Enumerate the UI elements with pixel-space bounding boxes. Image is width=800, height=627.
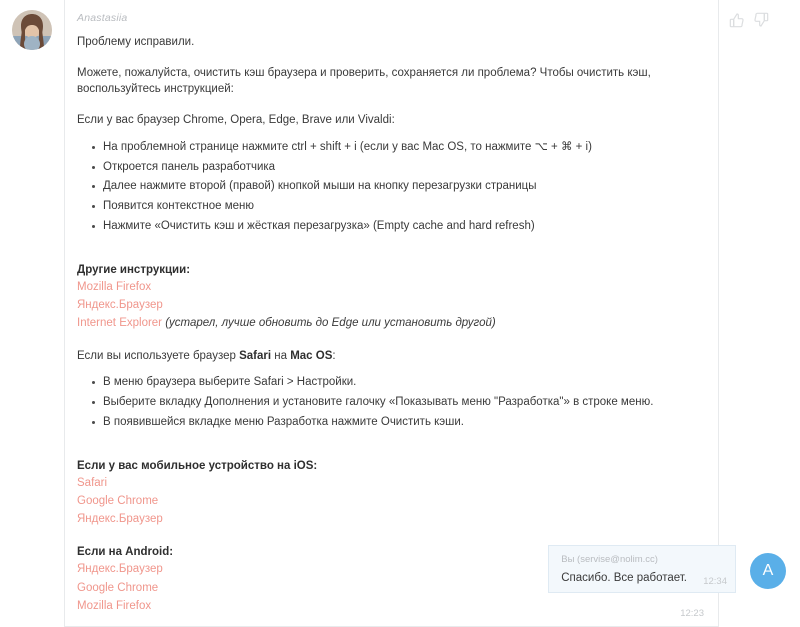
agent-message-row: Anastasiia Проблему исправили. Можете, п… [0, 0, 800, 627]
agent-avatar-photo [12, 10, 52, 50]
reaction-buttons [719, 0, 799, 28]
user-avatar-initial: A [750, 553, 786, 589]
other-instructions-heading: Другие инструкции: [77, 263, 191, 276]
list-item: Нажмите «Очистить кэш и жёсткая перезагр… [92, 218, 700, 236]
user-message-text: Спасибо. Все работает. [561, 572, 687, 584]
agent-author-name: Anastasiia [77, 12, 128, 24]
user-message-bubble: Вы (servise@nolim.cc) Спасибо. Все работ… [548, 545, 736, 594]
safari-heading-bold-macos: Mac OS [290, 349, 333, 362]
internet-explorer-note: (устарел, лучше обновить до Edge или уст… [162, 317, 496, 330]
list-item: В меню браузера выберите Safari > Настро… [92, 374, 700, 392]
safari-heading-bold-safari: Safari [239, 349, 272, 362]
list-item: Появится контекстное меню [92, 198, 700, 216]
thumbs-up-icon[interactable] [729, 12, 745, 28]
link-internet-explorer[interactable]: Internet Explorer [77, 317, 162, 329]
ios-section-heading: Если у вас мобильное устройство на iOS: [77, 459, 318, 472]
agent-avatar-column [0, 0, 64, 50]
safari-section-heading: Если вы используете браузер Safari на Ma… [77, 348, 700, 365]
safari-heading-prefix: Если вы используете браузер [77, 349, 240, 362]
chrome-steps-list: На проблемной странице нажмите ctrl + sh… [77, 139, 700, 236]
safari-heading-mid: на [271, 349, 291, 362]
list-item: На проблемной странице нажмите ctrl + sh… [92, 139, 700, 157]
list-item: Откроется панель разработчика [92, 159, 700, 177]
user-avatar-column: A [736, 545, 800, 589]
internet-explorer-line: Internet Explorer (устарел, лучше обнови… [77, 315, 700, 332]
safari-steps-list: В меню браузера выберите Safari > Настро… [77, 374, 700, 431]
agent-intro-text: Проблему исправили. [77, 36, 195, 48]
agent-request-text: Можете, пожалуйста, очистить кэш браузер… [77, 66, 651, 96]
agent-message-card: Anastasiia Проблему исправили. Можете, п… [64, 0, 719, 627]
user-message-row: Вы (servise@nolim.cc) Спасибо. Все работ… [0, 545, 800, 594]
user-message-timestamp: 12:34 [703, 576, 727, 588]
link-yandex-browser-desktop[interactable]: Яндекс.Браузер [77, 297, 700, 314]
list-item: В появившейся вкладке меню Разработка на… [92, 414, 700, 432]
link-safari-ios[interactable]: Safari [77, 475, 700, 492]
chrome-section-heading: Если у вас браузер Chrome, Opera, Edge, … [77, 114, 395, 127]
thumbs-down-icon[interactable] [753, 12, 769, 28]
link-yandex-browser-ios[interactable]: Яндекс.Браузер [77, 511, 700, 528]
safari-heading-suffix: : [332, 349, 336, 362]
link-mozilla-firefox-desktop[interactable]: Mozilla Firefox [77, 279, 700, 296]
link-mozilla-firefox-android[interactable]: Mozilla Firefox [77, 598, 700, 615]
user-author-name: Вы (servise@nolim.cc) [561, 554, 658, 565]
list-item: Далее нажмите второй (правой) кнопкой мы… [92, 178, 700, 196]
list-item: Выберите вкладку Дополнения и установите… [92, 394, 700, 412]
link-google-chrome-ios[interactable]: Google Chrome [77, 493, 700, 510]
agent-message-timestamp: 12:23 [680, 608, 704, 620]
